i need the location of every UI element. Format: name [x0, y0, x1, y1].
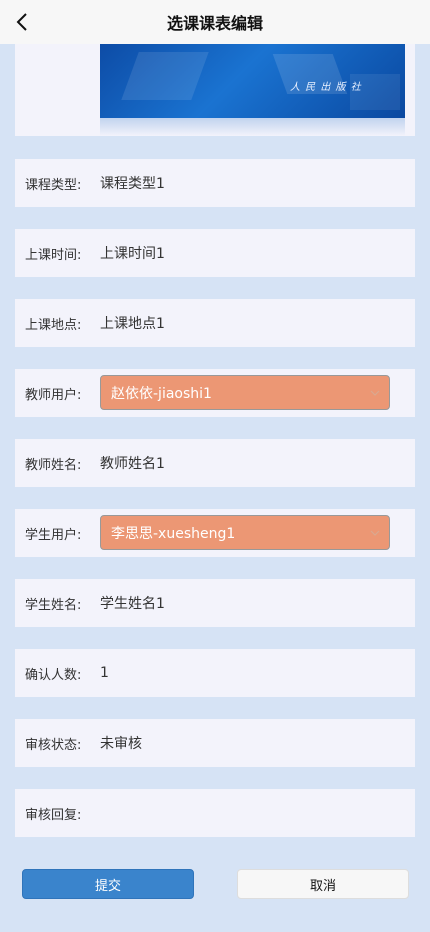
field-label: 学生姓名:	[25, 597, 82, 613]
course-cover-image[interactable]: 人 民 出 版 社	[100, 44, 405, 118]
field-label: 课程类型:	[25, 177, 82, 193]
page-title: 选课课表编辑	[166, 14, 263, 33]
field-value[interactable]: 学生姓名1	[100, 593, 165, 613]
field-value[interactable]: 课程类型1	[100, 173, 165, 193]
field-value[interactable]: 1	[100, 665, 109, 681]
field-label: 上课地点:	[25, 317, 82, 333]
cancel-button[interactable]: 取消	[237, 869, 409, 899]
cover-watermark: 人 民 出 版 社	[290, 82, 362, 93]
field-label: 审核回复:	[25, 807, 82, 823]
field-label: 上课时间:	[25, 247, 82, 263]
field-label: 确认人数:	[25, 667, 82, 683]
student-user-select[interactable]: 李思思-xuesheng1	[100, 515, 390, 550]
field-review-reply: 审核回复:	[15, 789, 415, 837]
select-value: 赵依依-jiaoshi1	[111, 385, 212, 402]
chevron-left-icon	[16, 13, 27, 31]
cover-reflection	[100, 118, 405, 136]
select-value: 李思思-xuesheng1	[111, 525, 236, 542]
chevron-down-icon	[370, 390, 380, 396]
field-teacher-user: 教师用户: 赵依依-jiaoshi1	[15, 369, 415, 417]
field-label: 审核状态:	[25, 737, 82, 753]
field-value[interactable]: 上课时间1	[100, 243, 165, 263]
back-button[interactable]	[10, 8, 34, 36]
header-bar: 选课课表编辑	[0, 0, 430, 44]
field-class-time: 上课时间: 上课时间1	[15, 229, 415, 277]
course-image-card: 人 民 出 版 社	[15, 44, 415, 136]
chevron-down-icon	[370, 530, 380, 536]
field-label: 教师姓名:	[25, 457, 82, 473]
field-student-name: 学生姓名: 学生姓名1	[15, 579, 415, 627]
field-value[interactable]: 上课地点1	[100, 313, 165, 333]
field-value[interactable]: 教师姓名1	[100, 453, 165, 473]
field-label: 教师用户:	[25, 387, 82, 403]
field-class-location: 上课地点: 上课地点1	[15, 299, 415, 347]
field-label: 学生用户:	[25, 527, 82, 543]
teacher-user-select[interactable]: 赵依依-jiaoshi1	[100, 375, 390, 410]
field-review-status: 审核状态: 未审核	[15, 719, 415, 767]
field-course-type: 课程类型: 课程类型1	[15, 159, 415, 207]
cover-decoration	[121, 52, 209, 100]
submit-button[interactable]: 提交	[22, 869, 194, 899]
field-value[interactable]: 未审核	[100, 733, 142, 753]
field-teacher-name: 教师姓名: 教师姓名1	[15, 439, 415, 487]
field-student-user: 学生用户: 李思思-xuesheng1	[15, 509, 415, 557]
field-confirmed-count: 确认人数: 1	[15, 649, 415, 697]
